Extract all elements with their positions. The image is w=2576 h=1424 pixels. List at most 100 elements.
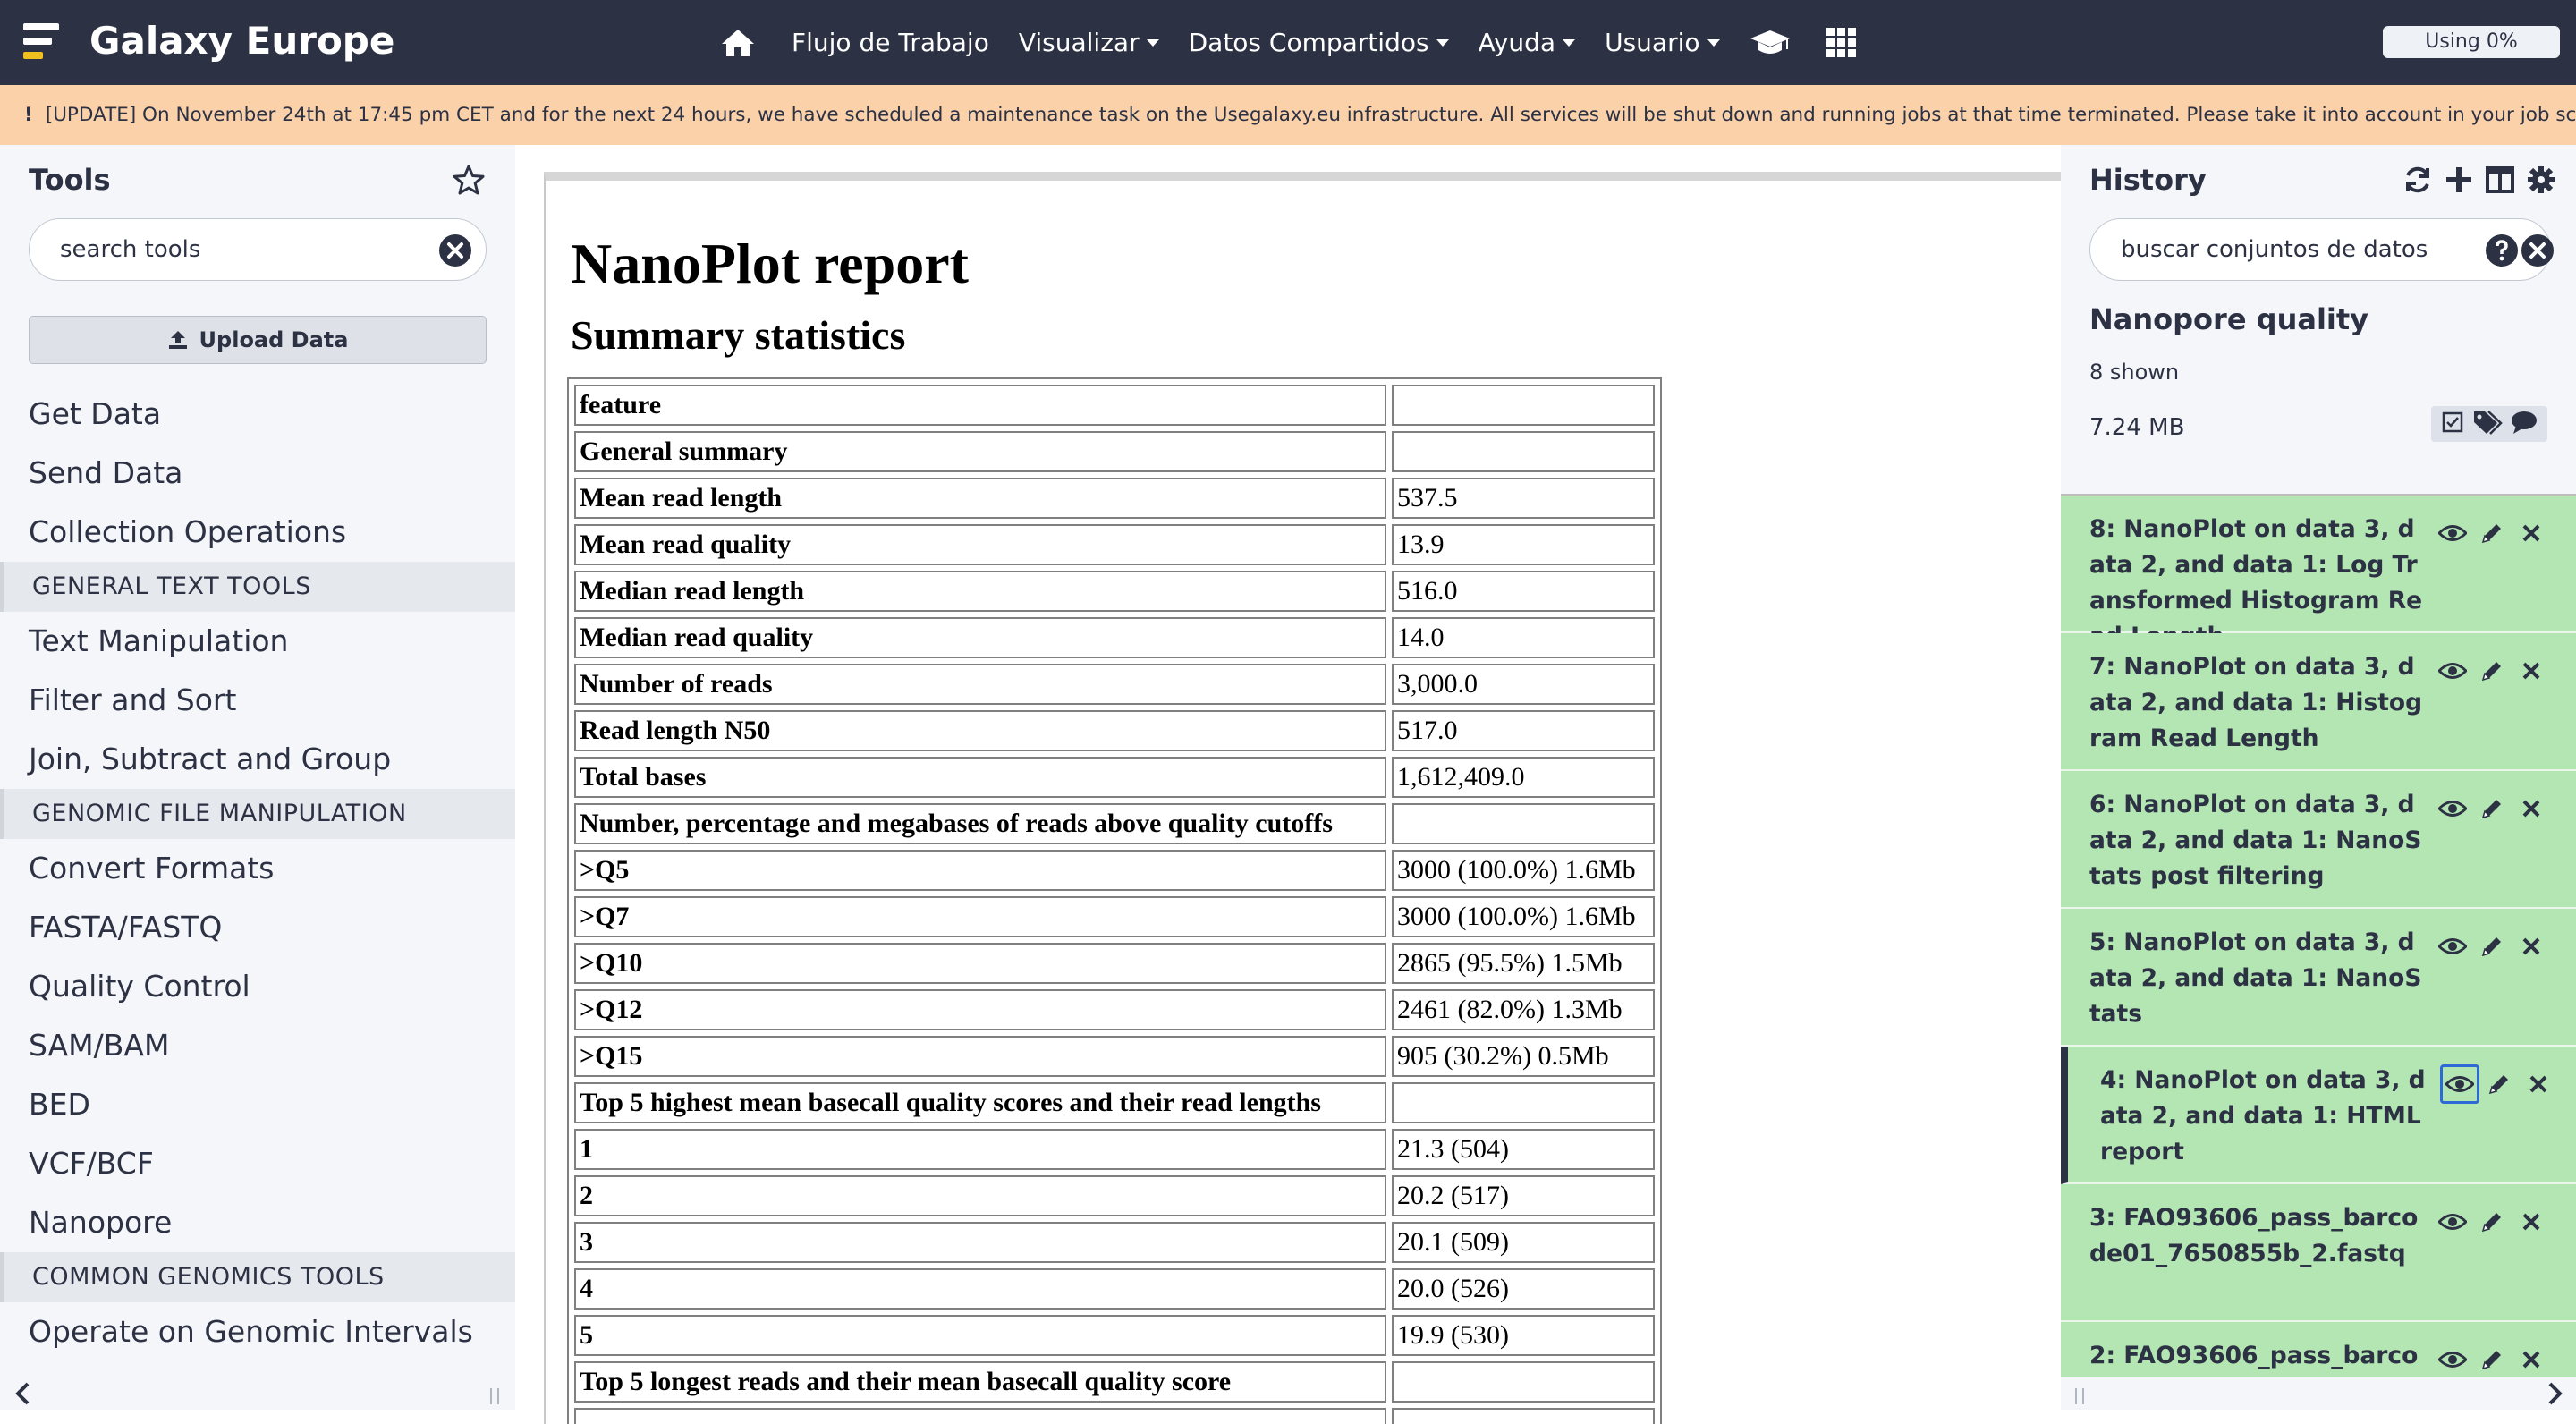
nav-shared-data[interactable]: Datos Compartidos — [1189, 28, 1449, 57]
pencil-icon[interactable] — [2472, 651, 2512, 691]
stats-feature-cell: Mean read quality — [574, 524, 1386, 565]
tool-category-join-subtract-group[interactable]: Join, Subtract and Group — [0, 730, 515, 789]
pencil-icon[interactable] — [2472, 513, 2512, 553]
stats-feature-cell: 5 — [574, 1315, 1386, 1356]
tool-category-vcf-bcf[interactable]: VCF/BCF — [0, 1134, 515, 1193]
history-item[interactable]: 4: NanoPlot on data 3, data 2, and data … — [2061, 1047, 2576, 1184]
refresh-icon[interactable] — [2402, 165, 2433, 195]
collapse-right-icon[interactable] — [2544, 1381, 2565, 1410]
tool-search-input[interactable] — [58, 219, 434, 280]
star-icon[interactable] — [453, 165, 485, 199]
eye-icon[interactable] — [2433, 1340, 2472, 1377]
tool-category-quality-control[interactable]: Quality Control — [0, 957, 515, 1016]
delete-x-icon[interactable] — [2512, 513, 2551, 553]
pencil-icon[interactable] — [2472, 1340, 2512, 1377]
pencil-icon[interactable] — [2472, 789, 2512, 828]
clear-search-icon[interactable] — [2521, 234, 2554, 270]
upload-data-button[interactable]: Upload Data — [29, 316, 487, 364]
tool-category-text-manipulation[interactable]: Text Manipulation — [0, 612, 515, 671]
stats-row: >Q5 3000 (100.0%) 1.6Mb — [574, 850, 1655, 891]
delete-x-icon[interactable] — [2512, 927, 2551, 966]
history-item[interactable]: 6: NanoPlot on data 3, data 2, and data … — [2061, 771, 2576, 909]
history-item-actions — [2433, 789, 2551, 828]
history-item[interactable]: 2: FAO93606_pass_barcode01_7650855b_1.fa… — [2061, 1322, 2576, 1377]
stats-row: Top 5 longest reads and their mean basec… — [574, 1361, 1655, 1403]
delete-x-icon[interactable] — [2519, 1064, 2558, 1104]
history-search-input[interactable] — [2119, 219, 2477, 280]
history-item[interactable]: 8: NanoPlot on data 3, data 2, and data … — [2061, 496, 2576, 650]
tool-category-bed[interactable]: BED — [0, 1075, 515, 1134]
history-item[interactable]: 3: FAO93606_pass_barcode01_7650855b_2.fa… — [2061, 1184, 2576, 1322]
stats-row: 4 20.0 (526) — [574, 1268, 1655, 1310]
history-actions — [2431, 406, 2547, 442]
collapse-left-icon[interactable] — [13, 1381, 34, 1410]
resize-handle[interactable] — [490, 1388, 499, 1404]
tool-category-collection-operations[interactable]: Collection Operations — [0, 503, 515, 562]
stats-row: >Q15 905 (30.2%) 0.5Mb — [574, 1036, 1655, 1077]
tool-category-fasta-fastq[interactable]: FASTA/FASTQ — [0, 898, 515, 957]
exclamation-icon: ! — [24, 104, 33, 126]
history-item-title[interactable]: 7: NanoPlot on data 3, data 2, and data … — [2089, 649, 2429, 757]
help-icon[interactable] — [2486, 234, 2518, 270]
tool-category-operate-genomic-intervals[interactable]: Operate on Genomic Intervals — [0, 1302, 515, 1361]
stats-value-cell: 20.1 (509) — [1392, 1222, 1655, 1263]
stats-value-cell: 21.3 (504) — [1392, 1129, 1655, 1170]
stats-feature-cell: >Q12 — [574, 989, 1386, 1030]
resize-handle[interactable] — [2075, 1388, 2084, 1404]
pencil-icon[interactable] — [2472, 927, 2512, 966]
history-item-title[interactable]: 3: FAO93606_pass_barcode01_7650855b_2.fa… — [2089, 1200, 2429, 1272]
galaxy-logo-icon[interactable] — [23, 21, 64, 63]
delete-x-icon[interactable] — [2512, 789, 2551, 828]
stats-row: Top 5 highest mean basecall quality scor… — [574, 1082, 1655, 1123]
eye-icon[interactable] — [2433, 651, 2472, 691]
tool-panel-footer — [0, 1377, 515, 1410]
eye-icon[interactable] — [2433, 1202, 2472, 1242]
brand-title[interactable]: Galaxy Europe — [89, 18, 394, 64]
tool-category-get-data[interactable]: Get Data — [0, 385, 515, 444]
gear-icon[interactable] — [2526, 165, 2556, 195]
delete-x-icon[interactable] — [2512, 651, 2551, 691]
plus-icon[interactable] — [2444, 165, 2474, 195]
nav-user[interactable]: Usuario — [1605, 28, 1720, 57]
tool-category-sam-bam[interactable]: SAM/BAM — [0, 1016, 515, 1075]
grid-apps-icon[interactable] — [1826, 27, 1857, 58]
nav-visualize[interactable]: Visualizar — [1019, 28, 1159, 57]
nav-help[interactable]: Ayuda — [1479, 28, 1576, 57]
checkbox-icon[interactable] — [2441, 411, 2464, 437]
tool-category-nanopore[interactable]: Nanopore — [0, 1193, 515, 1252]
eye-icon[interactable] — [2433, 927, 2472, 966]
history-item-title[interactable]: 6: NanoPlot on data 3, data 2, and data … — [2089, 787, 2429, 894]
history-item-title[interactable]: 2: FAO93606_pass_barcode01_7650855b_1.fa… — [2089, 1338, 2429, 1377]
delete-x-icon[interactable] — [2512, 1340, 2551, 1377]
history-item-title[interactable]: 5: NanoPlot on data 3, data 2, and data … — [2089, 925, 2429, 1032]
tool-section-common-genomics: COMMON GENOMICS TOOLS — [0, 1252, 515, 1302]
upload-data-label: Upload Data — [199, 327, 349, 352]
history-item[interactable]: 7: NanoPlot on data 3, data 2, and data … — [2061, 633, 2576, 771]
home-icon[interactable] — [720, 28, 756, 58]
banner-text: [UPDATE] On November 24th at 17:45 pm CE… — [45, 104, 2576, 126]
pencil-icon[interactable] — [2479, 1064, 2519, 1104]
eye-icon[interactable] — [2433, 513, 2472, 553]
history-name[interactable]: Nanopore quality — [2089, 302, 2368, 336]
nav-workflow[interactable]: Flujo de Trabajo — [792, 28, 989, 57]
comment-icon[interactable] — [2511, 410, 2538, 438]
stats-feature-cell: 2 — [574, 1175, 1386, 1216]
tool-category-convert-formats[interactable]: Convert Formats — [0, 839, 515, 898]
eye-icon[interactable] — [2440, 1064, 2479, 1104]
graduation-cap-icon[interactable] — [1750, 29, 1791, 57]
pencil-icon[interactable] — [2472, 1202, 2512, 1242]
caret-down-icon — [1436, 38, 1449, 47]
history-search — [2089, 218, 2554, 281]
stats-feature-cell: Read length N50 — [574, 710, 1386, 751]
history-item-title[interactable]: 4: NanoPlot on data 3, data 2, and data … — [2100, 1063, 2440, 1170]
tool-category-send-data[interactable]: Send Data — [0, 444, 515, 503]
stats-row: feature — [574, 385, 1655, 426]
quota-meter[interactable]: Using 0% — [2383, 26, 2560, 58]
tags-icon[interactable] — [2472, 410, 2503, 438]
clear-search-icon[interactable] — [439, 234, 471, 270]
history-item[interactable]: 5: NanoPlot on data 3, data 2, and data … — [2061, 909, 2576, 1047]
eye-icon[interactable] — [2433, 789, 2472, 828]
delete-x-icon[interactable] — [2512, 1202, 2551, 1242]
columns-icon[interactable] — [2485, 165, 2515, 195]
tool-category-filter-sort[interactable]: Filter and Sort — [0, 671, 515, 730]
